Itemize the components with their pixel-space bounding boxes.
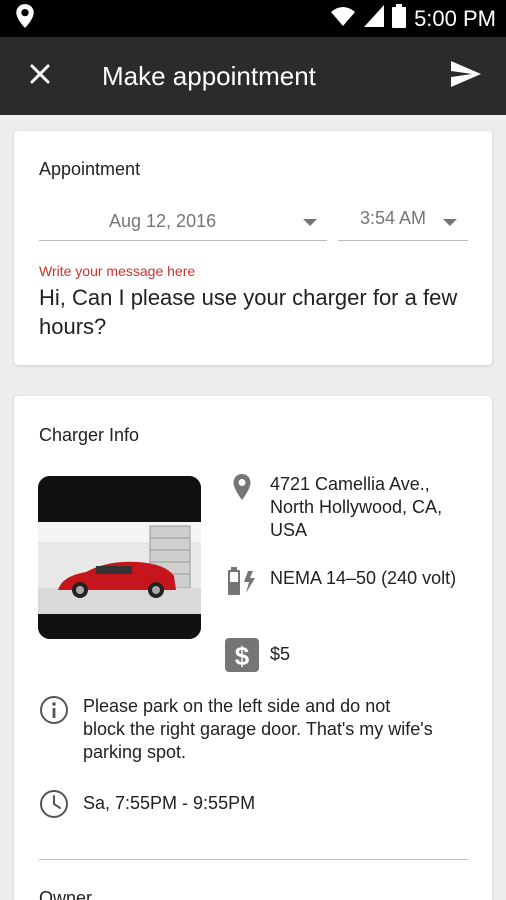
message-input[interactable]: Hi, Can I please use your charger for a … (39, 283, 479, 341)
charger-address: 4721 Camellia Ave., North Hollywood, CA,… (270, 474, 443, 540)
charger-info-card: Charger Info 4721 Camellia Ave., North H… (14, 396, 492, 900)
close-icon (29, 63, 51, 90)
page-title: Make appointment (102, 60, 316, 91)
owner-title: Owner (39, 888, 93, 900)
message-label: Write your message here (39, 263, 196, 279)
address-row: 4721 Camellia Ave., North Hollywood, CA,… (224, 473, 470, 542)
wifi-icon (330, 4, 356, 33)
charger-photo[interactable] (38, 476, 201, 639)
appointment-title: Appointment (39, 159, 141, 179)
location-pin-icon (224, 473, 260, 542)
dollar-symbol: $ (235, 641, 250, 671)
clock-icon (39, 789, 69, 824)
parking-note-row: Please park on the left side and do not … (39, 695, 433, 764)
date-dropdown[interactable]: Aug 12, 2016 (39, 205, 327, 241)
app-bar: Make appointment (0, 37, 506, 115)
info-icon (39, 695, 69, 764)
location-icon (14, 3, 36, 34)
status-bar: 5:00 PM (0, 0, 506, 37)
status-time: 5:00 PM (414, 5, 496, 31)
hours-row: Sa, 7:55PM - 9:55PM (39, 789, 433, 824)
divider (39, 859, 468, 860)
parking-note: Please park on the left side and do not … (83, 696, 433, 762)
plug-row: NEMA 14–50 (240 volt) (224, 567, 470, 595)
time-dropdown[interactable]: 3:54 AM (338, 205, 468, 241)
signal-icon (364, 5, 385, 32)
time-value: 3:54 AM (360, 208, 427, 228)
chevron-down-icon (303, 219, 317, 226)
available-hours: Sa, 7:55PM - 9:55PM (83, 793, 256, 813)
dollar-icon: $ (224, 638, 260, 672)
charger-info-title: Charger Info (39, 425, 140, 445)
chevron-down-icon (443, 219, 457, 226)
battery-icon (392, 4, 407, 33)
send-icon (450, 60, 482, 93)
charger-price: $5 (270, 644, 291, 664)
charger-plug-type: NEMA 14–50 (240 volt) (270, 568, 457, 588)
appointment-card: Appointment Aug 12, 2016 3:54 AM Write y… (14, 131, 492, 365)
close-button[interactable] (0, 37, 80, 115)
status-indicators: 5:00 PM (330, 4, 496, 33)
battery-charging-icon (224, 567, 260, 595)
date-value: Aug 12, 2016 (109, 211, 217, 231)
price-row: $ $5 (224, 638, 470, 672)
send-button[interactable] (426, 37, 506, 115)
